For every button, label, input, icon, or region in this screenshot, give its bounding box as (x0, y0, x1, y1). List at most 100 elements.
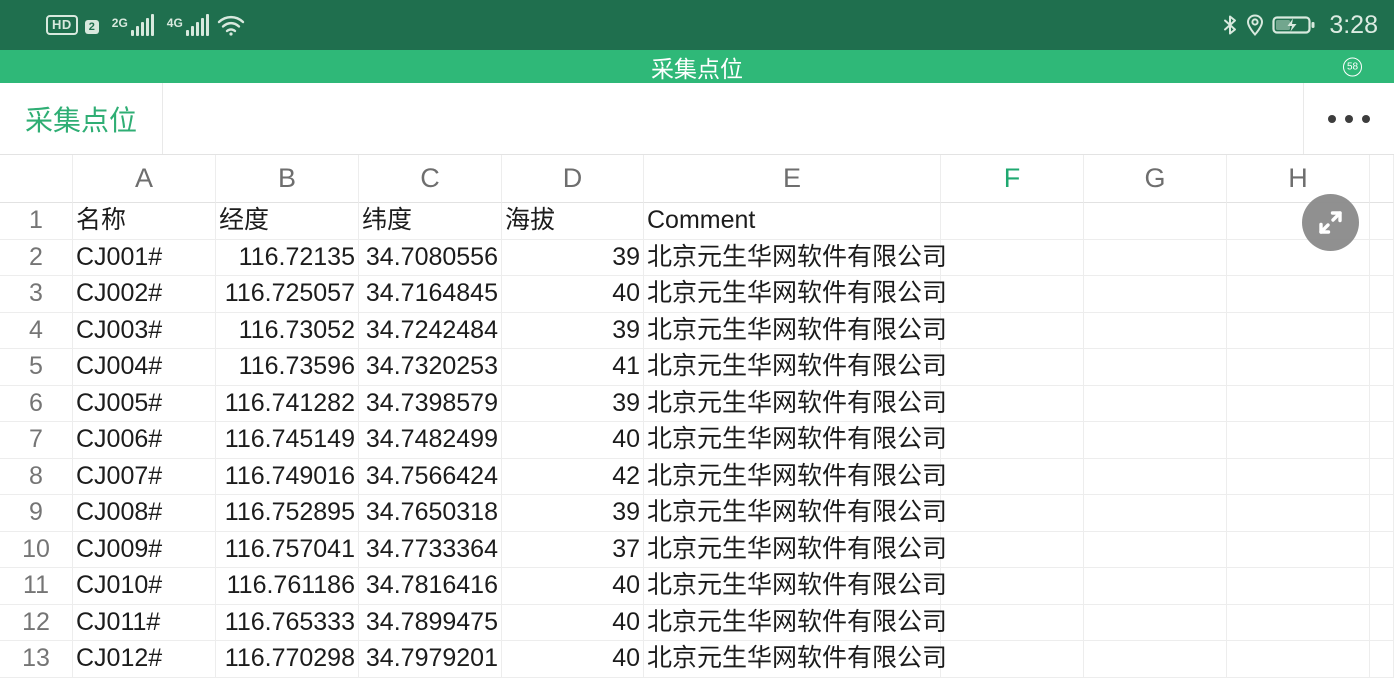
cell-G2[interactable] (1084, 240, 1227, 277)
cell-x4[interactable] (1370, 313, 1394, 350)
cell-H8[interactable] (1227, 459, 1370, 496)
cell-G3[interactable] (1084, 276, 1227, 313)
cell-x7[interactable] (1370, 422, 1394, 459)
cell-H9[interactable] (1227, 495, 1370, 532)
cell-D3[interactable]: 40 (502, 276, 644, 313)
cell-C7[interactable]: 34.7482499 (359, 422, 502, 459)
cell-G5[interactable] (1084, 349, 1227, 386)
cell-B11[interactable]: 116.761186 (216, 568, 359, 605)
cell-C5[interactable]: 34.7320253 (359, 349, 502, 386)
cell-A3[interactable]: CJ002# (73, 276, 216, 313)
cell-C8[interactable]: 34.7566424 (359, 459, 502, 496)
cell-E7[interactable]: 北京元生华网软件有限公司 (644, 422, 941, 459)
cell-B3[interactable]: 116.725057 (216, 276, 359, 313)
cell-C2[interactable]: 34.7080556 (359, 240, 502, 277)
cell-H10[interactable] (1227, 532, 1370, 569)
row-header-4[interactable]: 4 (0, 313, 73, 350)
cell-C11[interactable]: 34.7816416 (359, 568, 502, 605)
cell-H11[interactable] (1227, 568, 1370, 605)
column-header-D[interactable]: D (502, 155, 644, 203)
cell-G10[interactable] (1084, 532, 1227, 569)
cell-B4[interactable]: 116.73052 (216, 313, 359, 350)
cell-F7[interactable] (941, 422, 1084, 459)
cell-x9[interactable] (1370, 495, 1394, 532)
cell-B6[interactable]: 116.741282 (216, 386, 359, 423)
cell-H5[interactable] (1227, 349, 1370, 386)
cell-C4[interactable]: 34.7242484 (359, 313, 502, 350)
cell-A5[interactable]: CJ004# (73, 349, 216, 386)
cell-C6[interactable]: 34.7398579 (359, 386, 502, 423)
cell-F13[interactable] (941, 641, 1084, 678)
cell-A6[interactable]: CJ005# (73, 386, 216, 423)
cell-x5[interactable] (1370, 349, 1394, 386)
cell-H7[interactable] (1227, 422, 1370, 459)
cell-H12[interactable] (1227, 605, 1370, 642)
cell-x13[interactable] (1370, 641, 1394, 678)
cell-F1[interactable] (941, 203, 1084, 240)
cell-B5[interactable]: 116.73596 (216, 349, 359, 386)
row-header-1[interactable]: 1 (0, 203, 73, 240)
cell-G9[interactable] (1084, 495, 1227, 532)
cell-x12[interactable] (1370, 605, 1394, 642)
cell-A8[interactable]: CJ007# (73, 459, 216, 496)
cell-C3[interactable]: 34.7164845 (359, 276, 502, 313)
cell-x3[interactable] (1370, 276, 1394, 313)
cell-D9[interactable]: 39 (502, 495, 644, 532)
column-header-C[interactable]: C (359, 155, 502, 203)
cell-D12[interactable]: 40 (502, 605, 644, 642)
cell-E4[interactable]: 北京元生华网软件有限公司 (644, 313, 941, 350)
row-header-12[interactable]: 12 (0, 605, 73, 642)
cell-H4[interactable] (1227, 313, 1370, 350)
cell-B2[interactable]: 116.72135 (216, 240, 359, 277)
cell-F4[interactable] (941, 313, 1084, 350)
cell-F2[interactable] (941, 240, 1084, 277)
cell-F3[interactable] (941, 276, 1084, 313)
cell-F10[interactable] (941, 532, 1084, 569)
column-header-G[interactable]: G (1084, 155, 1227, 203)
cell-A1[interactable]: 名称 (73, 203, 216, 240)
row-header-2[interactable]: 2 (0, 240, 73, 277)
cell-B7[interactable]: 116.745149 (216, 422, 359, 459)
cell-F12[interactable] (941, 605, 1084, 642)
cell-B13[interactable]: 116.770298 (216, 641, 359, 678)
cell-G6[interactable] (1084, 386, 1227, 423)
cell-F11[interactable] (941, 568, 1084, 605)
cell-G13[interactable] (1084, 641, 1227, 678)
cell-B12[interactable]: 116.765333 (216, 605, 359, 642)
column-header-blank[interactable] (1370, 155, 1394, 203)
row-header-9[interactable]: 9 (0, 495, 73, 532)
cell-H3[interactable] (1227, 276, 1370, 313)
cell-G12[interactable] (1084, 605, 1227, 642)
cell-x8[interactable] (1370, 459, 1394, 496)
row-header-11[interactable]: 11 (0, 568, 73, 605)
cell-x11[interactable] (1370, 568, 1394, 605)
cell-x10[interactable] (1370, 532, 1394, 569)
cell-F5[interactable] (941, 349, 1084, 386)
cell-C1[interactable]: 纬度 (359, 203, 502, 240)
cell-C9[interactable]: 34.7650318 (359, 495, 502, 532)
cell-C10[interactable]: 34.7733364 (359, 532, 502, 569)
cell-G4[interactable] (1084, 313, 1227, 350)
cell-D8[interactable]: 42 (502, 459, 644, 496)
cell-B9[interactable]: 116.752895 (216, 495, 359, 532)
cell-E2[interactable]: 北京元生华网软件有限公司 (644, 240, 941, 277)
row-header-10[interactable]: 10 (0, 532, 73, 569)
cell-A12[interactable]: CJ011# (73, 605, 216, 642)
cell-F6[interactable] (941, 386, 1084, 423)
cell-E6[interactable]: 北京元生华网软件有限公司 (644, 386, 941, 423)
column-header-blank[interactable] (0, 155, 73, 203)
column-header-B[interactable]: B (216, 155, 359, 203)
cell-D5[interactable]: 41 (502, 349, 644, 386)
cell-G7[interactable] (1084, 422, 1227, 459)
sheet-tab-active[interactable]: 采集点位 (0, 83, 163, 154)
row-header-5[interactable]: 5 (0, 349, 73, 386)
cell-D11[interactable]: 40 (502, 568, 644, 605)
row-header-13[interactable]: 13 (0, 641, 73, 678)
cell-E9[interactable]: 北京元生华网软件有限公司 (644, 495, 941, 532)
cell-C12[interactable]: 34.7899475 (359, 605, 502, 642)
row-header-6[interactable]: 6 (0, 386, 73, 423)
cell-E11[interactable]: 北京元生华网软件有限公司 (644, 568, 941, 605)
cell-D10[interactable]: 37 (502, 532, 644, 569)
cell-x2[interactable] (1370, 240, 1394, 277)
cell-B10[interactable]: 116.757041 (216, 532, 359, 569)
